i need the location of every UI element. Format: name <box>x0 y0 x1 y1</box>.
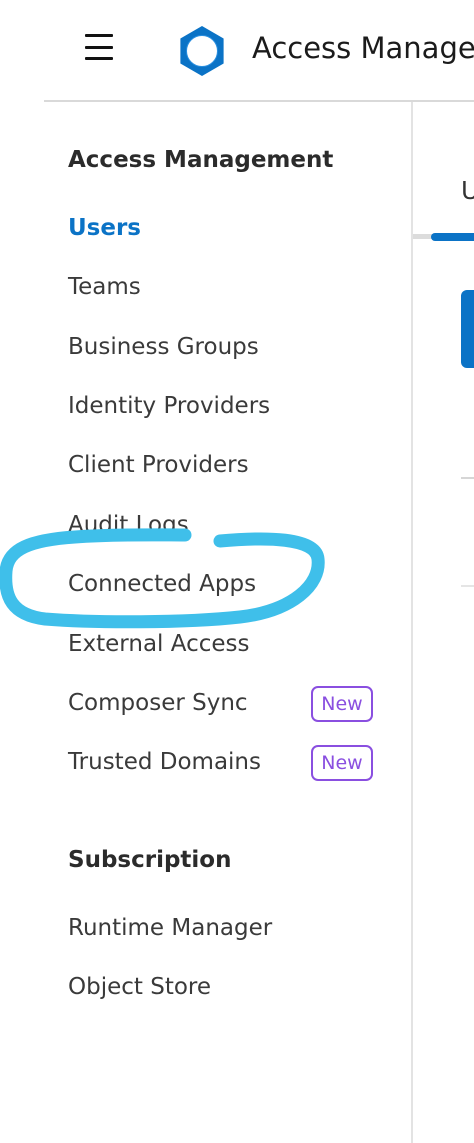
sidebar-item-teams[interactable]: Teams <box>68 274 141 300</box>
sidebar-item-client-providers[interactable]: Client Providers <box>68 452 249 478</box>
content-divider <box>461 477 474 479</box>
section-title-subscription: Subscription <box>68 847 232 873</box>
anypoint-logo-icon[interactable] <box>175 24 229 78</box>
sidebar-item-trusted-domains[interactable]: Trusted Domains <box>68 749 261 775</box>
new-badge-trusted-domains: New <box>311 745 373 781</box>
content-divider <box>461 585 474 587</box>
primary-action-button[interactable] <box>461 290 474 368</box>
app-title: Access Management <box>252 31 474 65</box>
hamburger-menu-icon[interactable] <box>82 30 116 64</box>
page: Access Management Access Management User… <box>0 0 474 1143</box>
section-title-access-management: Access Management <box>68 147 334 173</box>
sidebar-item-identity-providers[interactable]: Identity Providers <box>68 393 270 419</box>
sidebar-item-business-groups[interactable]: Business Groups <box>68 334 259 360</box>
tab-users[interactable]: U <box>461 176 474 205</box>
top-bar: Access Management <box>0 0 474 100</box>
sidebar-item-object-store[interactable]: Object Store <box>68 974 211 1000</box>
sidebar-item-users[interactable]: Users <box>68 215 141 241</box>
new-badge-composer-sync: New <box>311 686 373 722</box>
sidebar-item-composer-sync[interactable]: Composer Sync <box>68 690 248 716</box>
sidebar-item-runtime-manager[interactable]: Runtime Manager <box>68 915 272 941</box>
main-content: U <box>413 102 474 1143</box>
sidebar-item-audit-logs[interactable]: Audit Logs <box>68 512 189 538</box>
sidebar-item-connected-apps[interactable]: Connected Apps <box>68 571 256 597</box>
active-tab-indicator <box>431 233 474 241</box>
sidebar-item-external-access[interactable]: External Access <box>68 631 249 657</box>
